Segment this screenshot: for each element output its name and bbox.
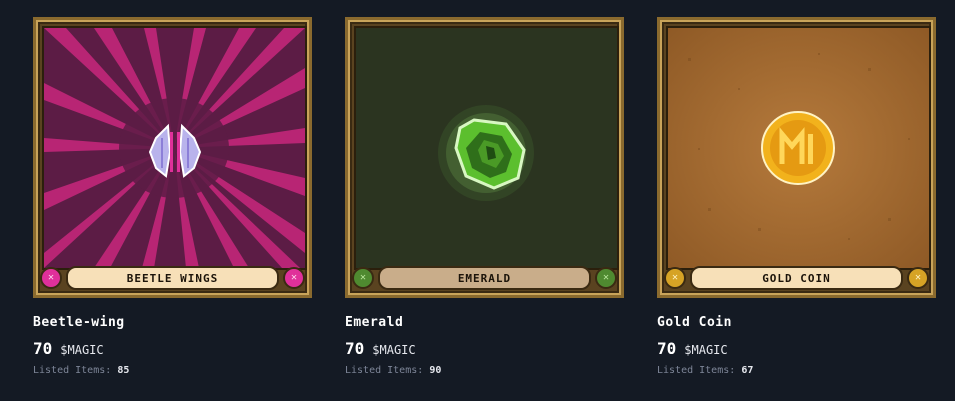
listed-count: 67 — [741, 365, 754, 376]
item-artwork — [42, 26, 307, 270]
plate-label: EMERALD — [378, 266, 591, 290]
listed-items: Listed Items: 67 — [657, 365, 753, 376]
item-title[interactable]: Beetle-wing — [33, 315, 125, 330]
gem-icon-right: ✕ — [283, 267, 305, 289]
item-price: 70 $MAGIC — [345, 339, 416, 358]
gem-icon-left: ✕ — [40, 267, 62, 289]
listed-items: Listed Items: 90 — [345, 365, 441, 376]
item-artwork — [354, 26, 619, 270]
listed-count: 90 — [429, 365, 442, 376]
plate-label: GOLD COIN — [690, 266, 903, 290]
item-card-gold-coin[interactable]: ✕ GOLD COIN ✕ Gold Coin 70 $MAGIC Listed… — [657, 17, 936, 376]
plate-label: BEETLE WINGS — [66, 266, 279, 290]
item-price: 70 $MAGIC — [33, 339, 104, 358]
item-card-beetle-wing[interactable]: ✕ BEETLE WINGS ✕ Beetle-wing 70 $MAGIC L… — [33, 17, 312, 376]
gem-icon-right: ✕ — [595, 267, 617, 289]
emerald-image — [356, 28, 617, 268]
item-title[interactable]: Emerald — [345, 315, 403, 330]
listed-label: Listed Items: — [657, 365, 736, 376]
listed-count: 85 — [117, 365, 130, 376]
price-currency: $MAGIC — [684, 343, 728, 357]
price-amount: 70 — [33, 339, 53, 358]
item-title[interactable]: Gold Coin — [657, 315, 732, 330]
gem-icon-right: ✕ — [907, 267, 929, 289]
price-amount: 70 — [657, 339, 677, 358]
listed-label: Listed Items: — [33, 365, 112, 376]
price-currency: $MAGIC — [372, 343, 416, 357]
item-artwork — [666, 26, 931, 270]
gold-coin-image — [668, 28, 929, 268]
item-price: 70 $MAGIC — [657, 339, 728, 358]
item-frame[interactable]: ✕ BEETLE WINGS ✕ — [33, 17, 312, 298]
beetle-wings-image — [44, 28, 305, 268]
item-frame[interactable]: ✕ EMERALD ✕ — [345, 17, 624, 298]
item-card-emerald[interactable]: ✕ EMERALD ✕ Emerald 70 $MAGIC Listed Ite… — [345, 17, 624, 376]
nameplate: ✕ EMERALD ✕ — [352, 265, 617, 291]
item-frame[interactable]: ✕ GOLD COIN ✕ — [657, 17, 936, 298]
listed-items: Listed Items: 85 — [33, 365, 129, 376]
gem-icon-left: ✕ — [664, 267, 686, 289]
nameplate: ✕ GOLD COIN ✕ — [664, 265, 929, 291]
price-amount: 70 — [345, 339, 365, 358]
listed-label: Listed Items: — [345, 365, 424, 376]
price-currency: $MAGIC — [60, 343, 104, 357]
gem-icon-left: ✕ — [352, 267, 374, 289]
nameplate: ✕ BEETLE WINGS ✕ — [40, 265, 305, 291]
